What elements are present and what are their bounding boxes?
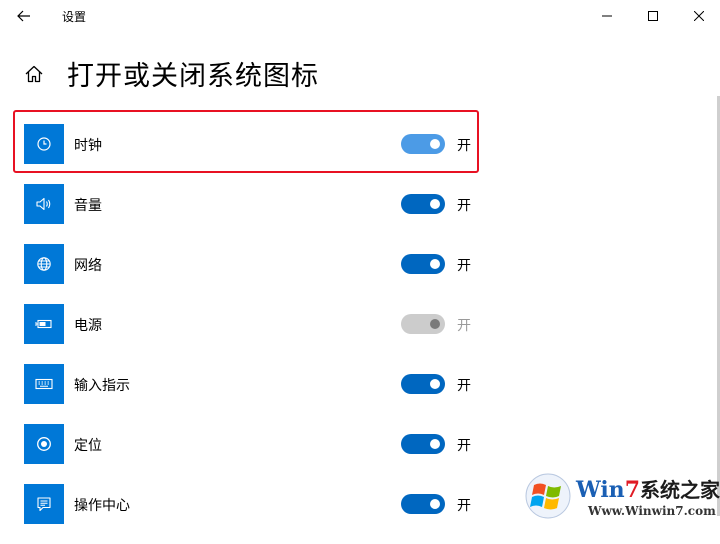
list-item-power: 电源 开 xyxy=(0,304,720,364)
brand-cn-text: 系统之家 xyxy=(640,478,720,502)
home-icon xyxy=(25,65,43,83)
action-center-toggle[interactable] xyxy=(401,494,445,514)
window-title: 设置 xyxy=(62,10,87,24)
volume-icon xyxy=(24,184,64,224)
toggle-state-label: 开 xyxy=(457,498,471,514)
item-label: 操作中心 xyxy=(74,498,130,514)
watermark-brand: Win7系统之家 xyxy=(576,474,720,503)
list-item-input-indicator: 输入指示 开 xyxy=(0,364,720,424)
title-bar: 设置 xyxy=(0,0,720,32)
location-toggle[interactable] xyxy=(401,434,445,454)
watermark-url: Www.Winwin7.com xyxy=(588,504,716,518)
windows-logo-icon xyxy=(525,473,571,519)
battery-icon xyxy=(24,304,64,344)
item-label: 输入指示 xyxy=(74,378,130,394)
clock-icon xyxy=(24,124,64,164)
keyboard-icon xyxy=(24,364,64,404)
watermark: Win7系统之家 Www.Winwin7.com xyxy=(522,470,720,524)
close-button[interactable] xyxy=(676,0,720,32)
toggle-state-label: 开 xyxy=(457,318,471,334)
input-indicator-toggle[interactable] xyxy=(401,374,445,394)
list-item-volume: 音量 开 xyxy=(0,184,720,244)
toggle-state-label: 开 xyxy=(457,438,471,454)
item-label: 定位 xyxy=(74,438,102,454)
toggle-state-label: 开 xyxy=(457,198,471,214)
page-title: 打开或关闭系统图标 xyxy=(67,61,319,92)
toggle-state-label: 开 xyxy=(457,138,471,154)
list-item-network: 网络 开 xyxy=(0,244,720,304)
minimize-icon xyxy=(602,15,612,17)
item-label: 时钟 xyxy=(74,138,102,154)
globe-icon xyxy=(24,244,64,284)
item-label: 音量 xyxy=(74,198,102,214)
list-item-clock: 时钟 开 xyxy=(0,124,720,184)
toggle-state-label: 开 xyxy=(457,258,471,274)
brand-seven-text: 7 xyxy=(624,477,640,503)
maximize-button[interactable] xyxy=(630,0,676,32)
action-center-icon xyxy=(24,484,64,524)
clock-toggle[interactable] xyxy=(401,134,445,154)
toggle-state-label: 开 xyxy=(457,378,471,394)
item-label: 网络 xyxy=(74,258,102,274)
network-toggle[interactable] xyxy=(401,254,445,274)
home-button[interactable] xyxy=(20,60,48,88)
back-arrow-icon xyxy=(17,10,30,22)
maximize-icon xyxy=(648,11,658,21)
close-icon xyxy=(694,11,704,21)
location-icon xyxy=(24,424,64,464)
back-button[interactable] xyxy=(10,4,38,28)
item-label: 电源 xyxy=(74,318,102,334)
minimize-button[interactable] xyxy=(584,0,630,32)
volume-toggle[interactable] xyxy=(401,194,445,214)
brand-win-text: Win xyxy=(576,477,625,503)
power-toggle xyxy=(401,314,445,334)
